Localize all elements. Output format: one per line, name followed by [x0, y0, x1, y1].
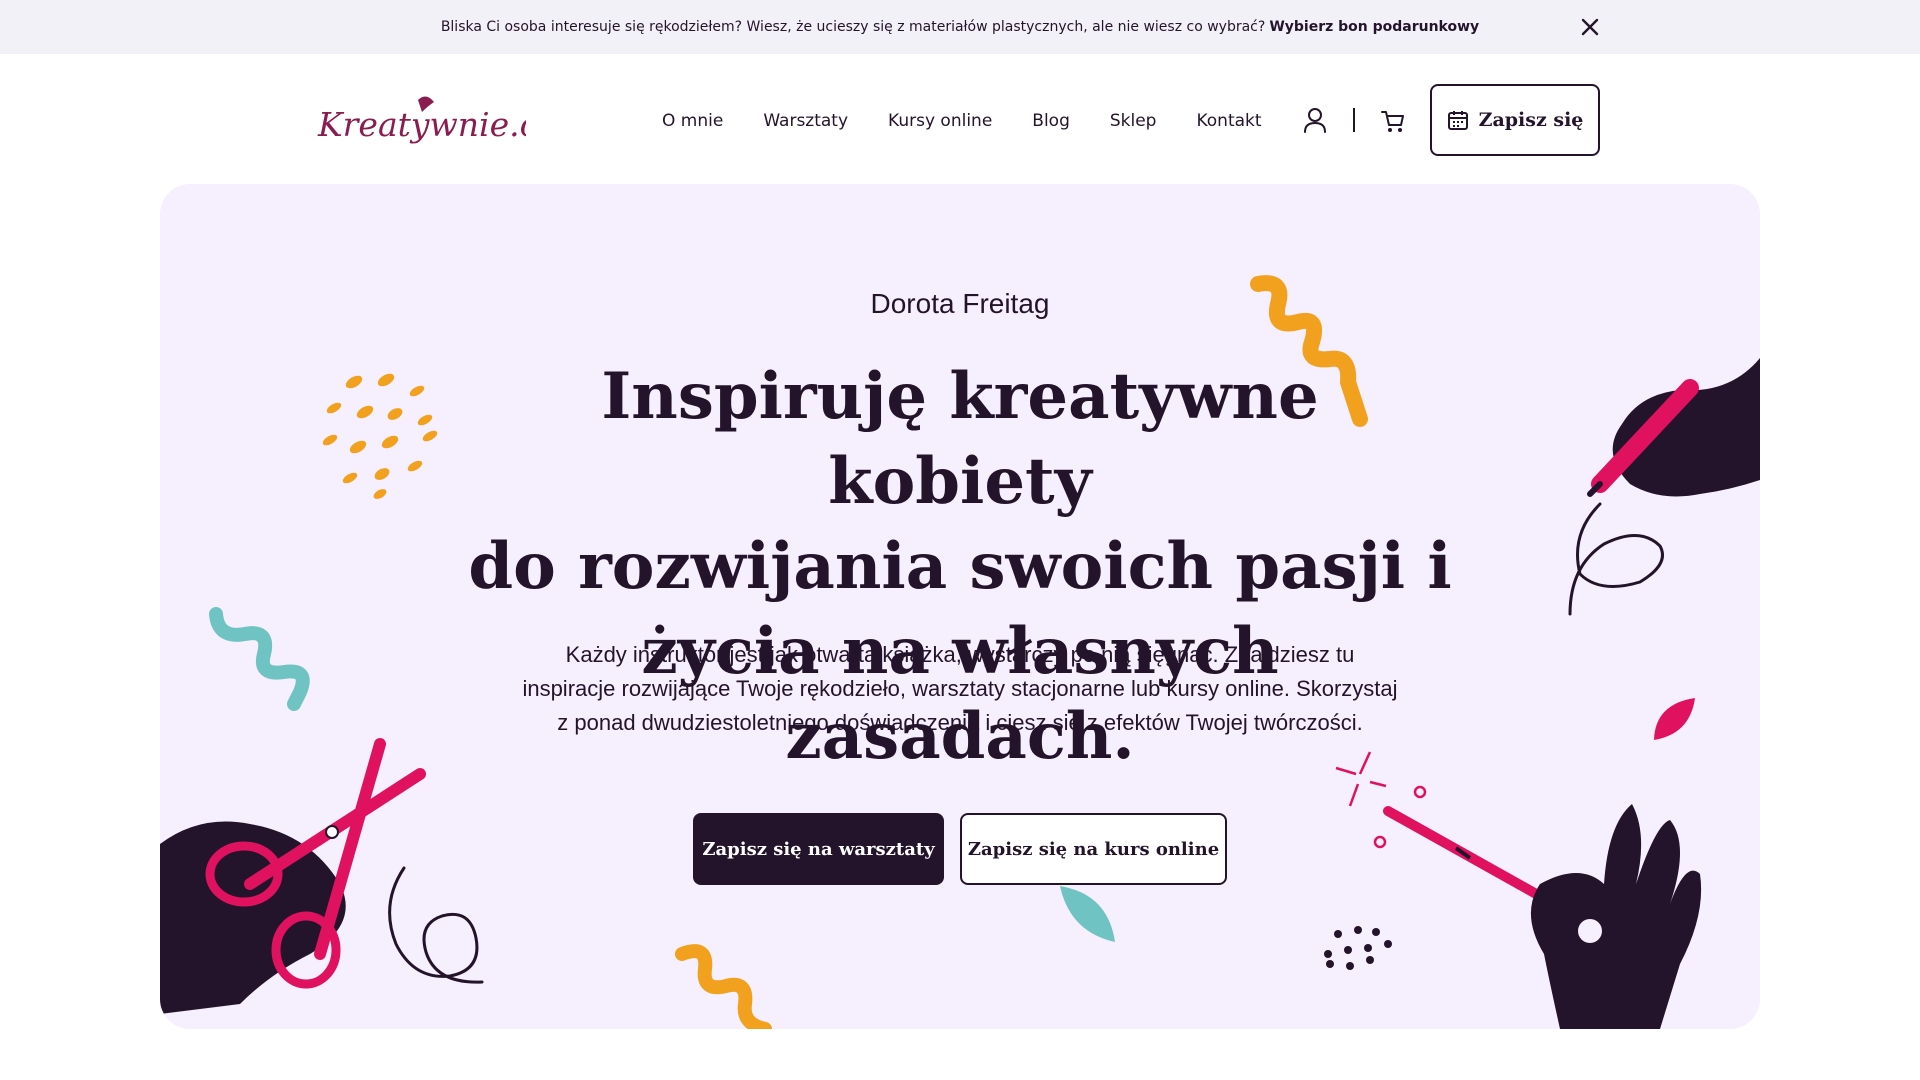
scissors-illustration: [244, 738, 426, 960]
hero-section: Dorota Freitag Inspiruję kreatywne kobie…: [160, 184, 1760, 1029]
pink-leaf-decoration: [1654, 698, 1695, 740]
main-nav: O mnie Warsztaty Kursy online Blog Sklep…: [662, 104, 1262, 138]
close-icon[interactable]: [1578, 15, 1602, 39]
dark-dots-decoration: [1324, 926, 1392, 970]
wand-decoration: [1383, 806, 1577, 919]
nav-o-mnie[interactable]: O mnie: [662, 104, 723, 138]
orange-squiggle-bottom-decoration: [675, 944, 772, 1029]
author-name: Dorota Freitag: [870, 288, 1050, 319]
orange-dots-decoration: [322, 373, 438, 499]
signup-button-label: Zapisz się: [1478, 109, 1584, 131]
teal-squiggle-decoration: [209, 607, 310, 711]
logo-text: Kreatywnie.com: [317, 105, 526, 144]
signup-button[interactable]: Zapisz się: [1430, 84, 1600, 156]
hand-with-pencil-illustration: [1612, 358, 1760, 497]
hero-description: Każdy instruktor jest jak otwarta książk…: [522, 642, 1398, 735]
hand-with-wand-illustration: [1530, 804, 1702, 1029]
hand-with-scissors-illustration: [160, 821, 346, 1014]
teal-leaf-decoration: [1060, 886, 1115, 942]
online-course-signup-button[interactable]: Zapisz się na kurs online: [960, 813, 1227, 885]
nav-kontakt[interactable]: Kontakt: [1196, 104, 1261, 138]
header-divider: [1353, 108, 1355, 132]
site-header: Kreatywnie.com O mnie Warsztaty Kursy on…: [0, 54, 1920, 184]
nav-blog[interactable]: Blog: [1032, 104, 1070, 138]
logo[interactable]: Kreatywnie.com: [316, 90, 526, 150]
spiral-doodle-decoration: [388, 866, 484, 984]
hero-heading-line-1: Inspiruję kreatywne kobiety: [601, 359, 1319, 519]
nav-sklep[interactable]: Sklep: [1110, 104, 1157, 138]
cart-icon[interactable]: [1380, 106, 1406, 134]
promo-bar: Bliska Ci osoba interesuje się rękodzieł…: [0, 0, 1920, 54]
promo-link[interactable]: Wybierz bon podarunkowy: [1269, 19, 1479, 35]
nav-warsztaty[interactable]: Warsztaty: [763, 104, 848, 138]
hero-heading-line-2: do rozwijania swoich pasji i: [468, 529, 1452, 604]
promo-text: Bliska Ci osoba interesuje się rękodzieł…: [440, 19, 1266, 35]
nav-kursy-online[interactable]: Kursy online: [888, 104, 992, 138]
calendar-icon: [1447, 111, 1468, 130]
user-icon[interactable]: [1302, 106, 1328, 134]
workshops-signup-button[interactable]: Zapisz się na warsztaty: [693, 813, 944, 885]
hero-cta-group: Zapisz się na warsztaty Zapisz się na ku…: [693, 813, 1227, 885]
